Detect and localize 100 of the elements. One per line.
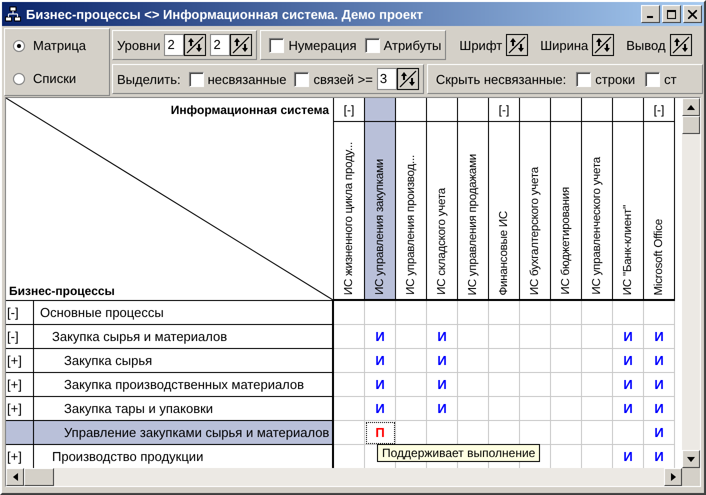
spin-button[interactable] <box>670 34 692 56</box>
matrix-cell[interactable]: И <box>427 397 458 421</box>
matrix-cell[interactable] <box>458 301 489 325</box>
number-field[interactable]: 3 <box>376 68 397 90</box>
matrix-cell[interactable] <box>396 325 427 349</box>
matrix-cell[interactable] <box>551 421 582 445</box>
number-field[interactable]: 2 <box>210 34 230 56</box>
matrix-cell[interactable] <box>551 325 582 349</box>
matrix-cell[interactable] <box>582 325 613 349</box>
spin-button[interactable] <box>230 34 252 56</box>
column-header[interactable]: ИС складского учета <box>427 122 458 301</box>
radio-button[interactable] <box>13 72 25 84</box>
horizontal-scrollbar[interactable] <box>6 468 682 486</box>
checkbox[interactable] <box>269 38 284 52</box>
matrix-cell[interactable] <box>334 373 365 397</box>
matrix-cell[interactable]: И <box>613 373 644 397</box>
matrix-cell[interactable] <box>551 397 582 421</box>
column-header[interactable]: ИС управления производ... <box>396 122 427 301</box>
checkbox[interactable] <box>188 72 204 86</box>
matrix-cell[interactable]: И <box>613 397 644 421</box>
matrix-cell[interactable] <box>489 349 520 373</box>
column-header[interactable]: ИС управления продажами <box>458 122 489 301</box>
matrix-cell[interactable] <box>520 325 551 349</box>
matrix-cell[interactable] <box>613 301 644 325</box>
matrix-cell[interactable] <box>644 301 675 325</box>
matrix-cell[interactable] <box>334 301 365 325</box>
scroll-thumb[interactable] <box>24 468 54 486</box>
radio-button[interactable] <box>13 40 25 52</box>
column-header[interactable]: ИС управления закупками <box>365 122 396 301</box>
matrix-cell[interactable] <box>582 397 613 421</box>
matrix-cell[interactable]: И <box>365 373 396 397</box>
column-header[interactable]: ИС бухгалтерского учета <box>520 122 551 301</box>
checkbox[interactable] <box>294 72 310 86</box>
matrix-cell[interactable] <box>396 397 427 421</box>
matrix-cell[interactable] <box>334 349 365 373</box>
matrix-cell[interactable]: И <box>365 349 396 373</box>
scroll-down-button[interactable] <box>682 450 700 468</box>
scroll-up-button[interactable] <box>682 98 700 116</box>
maximize-button[interactable] <box>662 5 681 23</box>
matrix-cell[interactable] <box>458 349 489 373</box>
matrix-cell[interactable]: И <box>644 349 675 373</box>
checkbox[interactable] <box>364 38 380 52</box>
column-header[interactable]: Финансовые ИС <box>489 122 520 301</box>
matrix-cell[interactable] <box>489 373 520 397</box>
matrix-cell[interactable]: И <box>427 325 458 349</box>
matrix-cell[interactable]: И <box>644 421 675 445</box>
matrix-cell[interactable] <box>551 349 582 373</box>
matrix-cell[interactable] <box>520 349 551 373</box>
column-header[interactable]: Microsoft Office <box>644 122 675 301</box>
row-label[interactable]: Управление закупками сырья и материалов <box>34 421 334 445</box>
collapse-toggle[interactable]: [-] <box>489 98 520 122</box>
checkbox[interactable] <box>645 72 660 86</box>
matrix-cell[interactable]: И <box>427 373 458 397</box>
scroll-left-button[interactable] <box>6 468 24 486</box>
column-header[interactable]: ИС бюджетирования <box>551 122 582 301</box>
column-header[interactable]: ИС "Банк-клиент" <box>613 122 644 301</box>
close-button[interactable] <box>683 5 702 23</box>
expand-toggle[interactable]: [+] <box>6 349 34 373</box>
row-label[interactable]: Закупка производственных материалов <box>34 373 334 397</box>
scroll-thumb[interactable] <box>682 116 700 134</box>
scroll-right-button[interactable] <box>664 468 682 486</box>
spin-button[interactable] <box>506 34 528 56</box>
matrix-cell[interactable] <box>458 373 489 397</box>
matrix-cell[interactable]: И <box>365 325 396 349</box>
matrix-cell[interactable] <box>520 397 551 421</box>
expand-toggle[interactable]: [+] <box>6 373 34 397</box>
spin-button[interactable] <box>396 68 419 90</box>
matrix-cell[interactable] <box>334 421 365 445</box>
matrix-cell[interactable] <box>334 325 365 349</box>
spin-button[interactable] <box>184 34 206 56</box>
matrix-cell[interactable] <box>396 349 427 373</box>
checkbox[interactable] <box>576 72 592 86</box>
row-label[interactable]: Закупка сырья <box>34 349 334 373</box>
matrix-cell[interactable] <box>458 325 489 349</box>
matrix-cell[interactable] <box>551 373 582 397</box>
expand-toggle[interactable]: [-] <box>6 301 34 325</box>
matrix-cell[interactable]: И <box>613 325 644 349</box>
matrix-cell[interactable] <box>551 301 582 325</box>
matrix-cell[interactable] <box>489 397 520 421</box>
matrix-cell[interactable]: И <box>644 373 675 397</box>
matrix-cell[interactable] <box>458 397 489 421</box>
vertical-scrollbar[interactable] <box>682 98 700 468</box>
matrix-cell[interactable]: И <box>427 349 458 373</box>
matrix-cell[interactable] <box>582 373 613 397</box>
matrix-cell[interactable] <box>582 349 613 373</box>
matrix-cell[interactable]: И <box>644 325 675 349</box>
matrix-cell[interactable] <box>582 301 613 325</box>
matrix-cell[interactable]: И <box>613 349 644 373</box>
column-header[interactable]: ИС управленческого учета <box>582 122 613 301</box>
matrix-cell[interactable] <box>613 421 644 445</box>
spin-button[interactable] <box>592 34 614 56</box>
matrix-cell[interactable] <box>396 301 427 325</box>
matrix-cell[interactable] <box>334 397 365 421</box>
matrix-cell[interactable] <box>489 325 520 349</box>
matrix-cell[interactable] <box>427 301 458 325</box>
matrix-cell[interactable]: И <box>644 397 675 421</box>
matrix-cell[interactable] <box>520 373 551 397</box>
matrix-cell[interactable] <box>365 301 396 325</box>
matrix-cell[interactable] <box>582 421 613 445</box>
row-label[interactable]: Основные процессы <box>34 301 334 325</box>
